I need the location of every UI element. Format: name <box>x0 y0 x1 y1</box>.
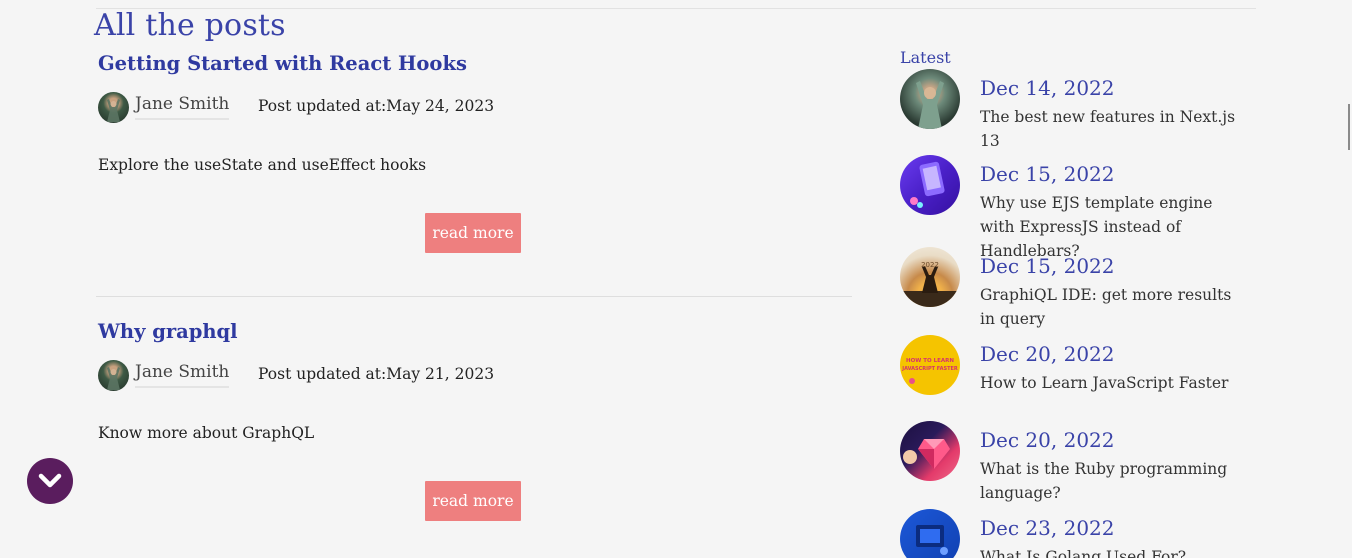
thumbnail-caption: 2022 <box>921 261 939 269</box>
post-thumbnail[interactable]: HOW TO LEARN JAVASCRIPT FASTER <box>900 335 960 395</box>
latest-post-date: Dec 23, 2022 <box>980 516 1115 540</box>
post-card: Why graphql Jane Smith Post updated at:M… <box>98 320 854 530</box>
post-excerpt: Know more about GraphQL <box>98 424 315 442</box>
author-row: Jane Smith Post updated at:May 21, 2023 <box>98 360 698 392</box>
scrollbar-thumb[interactable] <box>1348 104 1350 150</box>
post-thumbnail[interactable] <box>900 421 960 481</box>
latest-post-item[interactable]: HOW TO LEARN JAVASCRIPT FASTER Dec 20, 2… <box>900 335 1260 399</box>
avatar <box>98 360 129 391</box>
post-updated-date: Post updated at:May 21, 2023 <box>258 365 495 383</box>
author-name[interactable]: Jane Smith <box>135 94 230 120</box>
latest-post-title[interactable]: GraphiQL IDE: get more results in query <box>980 283 1250 331</box>
post-thumbnail[interactable] <box>900 155 960 215</box>
post-thumbnail[interactable]: 2022 <box>900 247 960 307</box>
latest-post-item[interactable]: Dec 23, 2022 What Is Golang Used For? <box>900 509 1260 558</box>
page-title: All the posts <box>94 8 286 43</box>
post-card: Getting Started with React Hooks Jane Sm… <box>98 52 854 262</box>
post-title[interactable]: Getting Started with React Hooks <box>98 52 467 75</box>
latest-post-title[interactable]: How to Learn JavaScript Faster <box>980 371 1250 395</box>
scroll-down-button[interactable] <box>27 458 73 504</box>
latest-post-title[interactable]: What Is Golang Used For? <box>980 545 1250 558</box>
author-name[interactable]: Jane Smith <box>135 362 230 388</box>
post-updated-date: Post updated at:May 24, 2023 <box>258 97 495 115</box>
read-more-button[interactable]: read more <box>425 213 521 253</box>
post-title[interactable]: Why graphql <box>98 320 238 343</box>
latest-post-item[interactable]: Dec 14, 2022 The best new features in Ne… <box>900 69 1260 150</box>
latest-post-date: Dec 20, 2022 <box>980 428 1115 452</box>
latest-post-item[interactable]: Dec 20, 2022 What is the Ruby programmin… <box>900 421 1260 502</box>
post-divider <box>96 296 852 297</box>
latest-post-title[interactable]: The best new features in Next.js 13 <box>980 105 1250 153</box>
thumbnail-caption: JAVASCRIPT FASTER <box>901 366 958 372</box>
latest-post-date: Dec 14, 2022 <box>980 76 1115 100</box>
post-excerpt: Explore the useState and useEffect hooks <box>98 156 427 174</box>
latest-post-date: Dec 20, 2022 <box>980 342 1115 366</box>
post-thumbnail[interactable] <box>900 69 960 129</box>
latest-post-date: Dec 15, 2022 <box>980 162 1115 186</box>
avatar <box>98 92 129 123</box>
latest-post-item[interactable]: 2022 Dec 15, 2022 GraphiQL IDE: get more… <box>900 247 1260 328</box>
author-row: Jane Smith Post updated at:May 24, 2023 <box>98 92 698 124</box>
latest-post-item[interactable]: Dec 15, 2022 Why use EJS template engine… <box>900 155 1260 260</box>
thumbnail-caption: HOW TO LEARN <box>906 358 954 364</box>
latest-post-date: Dec 15, 2022 <box>980 254 1115 278</box>
post-thumbnail[interactable] <box>900 509 960 558</box>
chevron-down-icon <box>38 473 62 488</box>
sidebar-heading: Latest <box>900 48 951 67</box>
latest-post-title[interactable]: What is the Ruby programming language? <box>980 457 1250 505</box>
read-more-button[interactable]: read more <box>425 481 521 521</box>
